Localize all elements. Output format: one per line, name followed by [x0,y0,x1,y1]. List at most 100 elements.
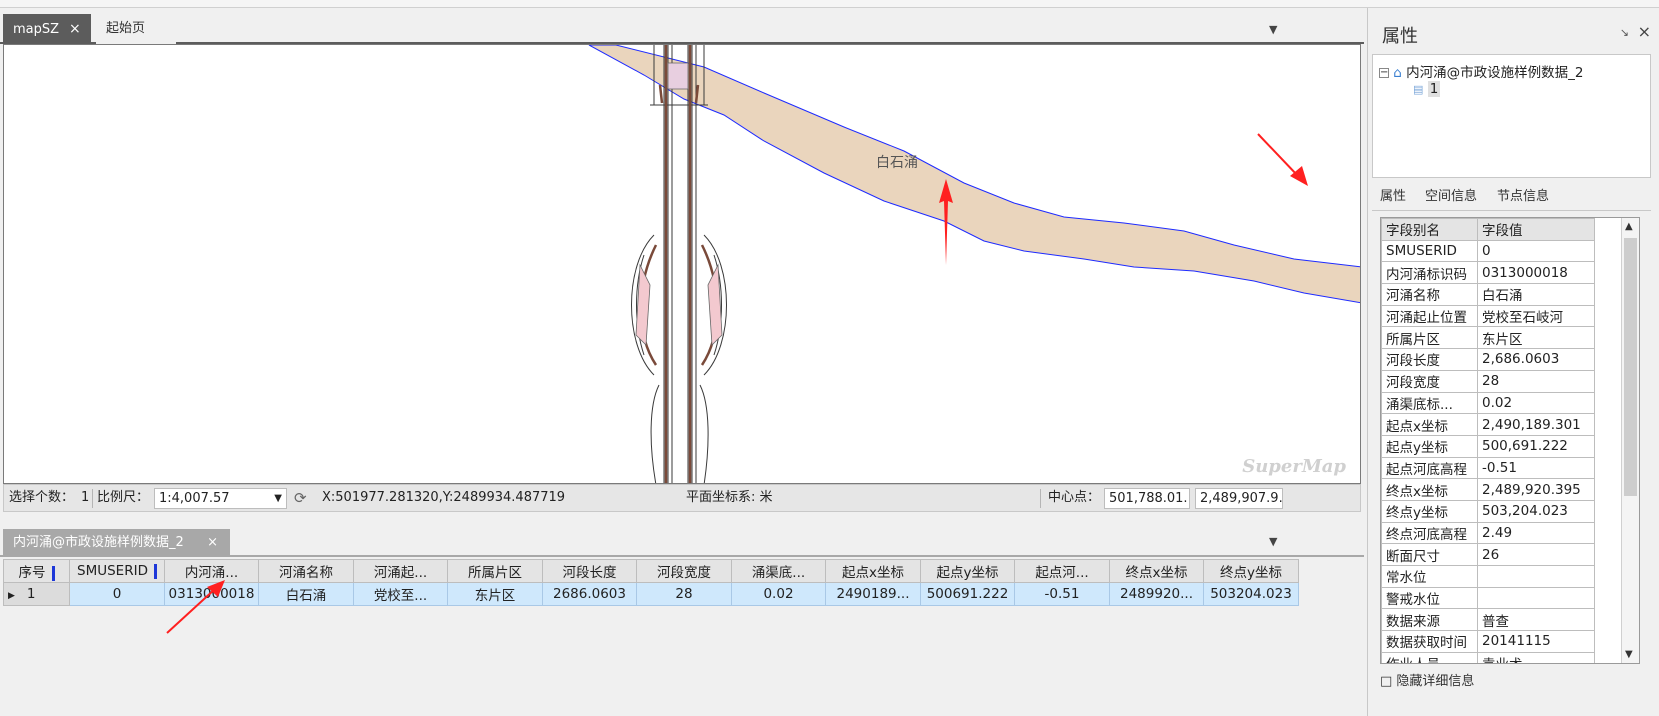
tab-list-dropdown-icon[interactable]: ▼ [1269,535,1281,548]
table-cell[interactable]: 28 [636,582,732,606]
app-window: mapSZ × 起始页 ▼ 白石涌 SuperMap 选择个数： 1 比例尺： … [0,0,1659,716]
selected-count-value: 1 [81,490,90,505]
table-cell[interactable]: -0.51 [1014,582,1110,606]
table-cell[interactable]: 2490189... [825,582,921,606]
tree-child-label: 1 [1427,81,1441,97]
property-row[interactable]: 断面尺寸 26 [1381,543,1595,566]
property-row[interactable]: 内河涌标识码 0313000018 [1381,261,1595,285]
table-cell[interactable]: 0.02 [731,582,826,606]
scroll-thumb[interactable] [1624,238,1637,496]
property-row[interactable]: 河涌起止位置 党校至石岐河 [1381,304,1595,328]
table-cell[interactable]: 2489920... [1109,582,1204,606]
attribute-tab-bar: 内河涌@市政设施样例数据_2 × ▼ [0,529,1364,557]
column-header[interactable]: 起点河... [1014,559,1110,583]
column-header[interactable]: 起点x坐标 [825,559,921,583]
tab-attribute-table[interactable]: 内河涌@市政设施样例数据_2 × [3,529,230,557]
property-scrollbar[interactable]: ▲ ▼ [1621,218,1639,663]
property-row[interactable]: 涌渠底标... 0.02 [1381,391,1595,415]
property-row[interactable]: 河段长度 2,686.0603 [1381,348,1595,371]
attribute-tab-label: 内河涌@市政设施样例数据_2 [13,535,184,550]
property-row[interactable]: 终点河底高程 2.49 [1381,521,1595,545]
coordinate-system: 平面坐标系: 米 [686,490,773,505]
property-row[interactable]: 终点x坐标 2,489,920.395 [1381,478,1595,501]
table-cell[interactable]: 2686.0603 [542,582,637,606]
property-row[interactable]: 河涌名称 白石涌 [1381,283,1595,306]
table-cell[interactable]: 500691.222 [920,582,1015,606]
column-header[interactable]: 河涌名称 [258,559,354,583]
tree-root-node[interactable]: − ⌂ 内河涌@市政设施样例数据_2 [1379,61,1584,81]
hide-details-option[interactable]: □ 隐藏详细信息 [1380,670,1640,690]
layer-icon: ⌂ [1393,65,1402,81]
property-row[interactable]: 常水位 [1381,565,1595,588]
table-cell[interactable]: 东片区 [447,582,543,606]
river-label: 白石涌 [876,154,918,170]
pin-icon[interactable]: ↘ [1620,26,1629,39]
center-y-field[interactable]: 2,489,907.9... [1195,488,1283,509]
property-row[interactable]: 起点y坐标 500,691.222 [1381,434,1595,458]
property-grid[interactable]: 字段别名 字段值 SMUSERID 0 内河涌标识码 0313000018 河涌名称… [1380,217,1640,664]
close-icon[interactable]: × [1638,22,1651,41]
scroll-up-icon[interactable]: ▲ [1625,221,1633,232]
close-icon[interactable]: × [69,21,81,37]
feature-tree[interactable]: − ⌂ 内河涌@市政设施样例数据_2 ▤ 1 [1372,54,1651,178]
cursor-coordinates: X:501977.281320,Y:2489934.487719 [322,490,566,505]
map-view[interactable]: 白石涌 SuperMap [3,44,1361,484]
column-header[interactable]: 涌渠底... [731,559,826,583]
left-pane: mapSZ × 起始页 ▼ 白石涌 SuperMap 选择个数： 1 比例尺： … [0,8,1364,716]
property-row[interactable]: 数据获取时间 20141115 [1381,630,1595,653]
tab-node-info[interactable]: 节点信息 [1497,184,1549,210]
attribute-grid[interactable]: 序号 SMUSERID 内河涌... 河涌名称 河涌起... 所属片区 河段长度… [3,559,1361,716]
column-header[interactable]: 序号 [3,559,70,583]
table-cell[interactable]: 党校至... [353,582,448,606]
panel-title: 属性 [1382,26,1418,47]
road-network [631,45,727,483]
column-header[interactable]: SMUSERID [69,559,165,583]
property-row[interactable]: 所属片区 东片区 [1381,326,1595,350]
property-row[interactable]: 起点x坐标 2,490,189.301 [1381,413,1595,436]
chevron-down-icon[interactable]: ▼ [274,489,282,508]
property-row[interactable]: 起点河底高程 -0.51 [1381,456,1595,480]
row-pointer-icon: ▶ [8,591,15,601]
tab-mapsz[interactable]: mapSZ × [3,14,91,44]
road-detail [639,45,719,483]
tree-child-node[interactable]: ▤ 1 [1413,81,1441,97]
tab-attributes[interactable]: 属性 [1380,184,1406,210]
collapse-icon[interactable]: − [1379,68,1389,78]
row-selector[interactable]: ▶ 1 [3,582,70,606]
tree-root-label: 内河涌@市政设施样例数据_2 [1406,65,1584,81]
river-polygon[interactable] [588,45,1361,304]
table-cell[interactable]: 白石涌 [258,582,354,606]
property-row[interactable]: 警戒水位 [1381,586,1595,610]
refresh-icon[interactable]: ⟳ [294,485,307,511]
field-value-header: 字段值 [1477,218,1595,241]
annotation-arrow-table [166,580,225,634]
property-row[interactable]: 河段宽度 28 [1381,369,1595,393]
column-header[interactable]: 终点y坐标 [1203,559,1299,583]
table-cell[interactable]: 503204.023 [1203,582,1299,606]
tab-spatial-info[interactable]: 空间信息 [1425,184,1477,210]
close-icon[interactable]: × [207,529,218,557]
property-row[interactable]: 数据来源 普查 [1381,608,1595,632]
annotation-arrow-panel [1257,133,1308,186]
column-header[interactable]: 终点x坐标 [1109,559,1204,583]
property-row[interactable]: SMUSERID 0 [1381,239,1595,263]
column-header[interactable]: 河段宽度 [636,559,732,583]
center-x-field[interactable]: 501,788.01... [1104,488,1190,509]
column-header[interactable]: 河段长度 [542,559,637,583]
map-status-bar: 选择个数： 1 比例尺： 1:4,007.57 ▼ ⟳ X:501977.281… [3,484,1361,512]
property-row[interactable]: 作业人员袁业术 [1381,651,1595,663]
property-header-row: 字段别名 字段值 [1381,218,1595,241]
properties-panel: 属性 ↘ × − ⌂ 内河涌@市政设施样例数据_2 ▤ 1 属性 空间信息 节点… [1257,8,1659,716]
column-header[interactable]: 起点y坐标 [920,559,1015,583]
scale-combobox[interactable]: 1:4,007.57 ▼ [154,488,287,509]
table-cell[interactable]: 0 [69,582,165,606]
tab-list-dropdown-icon[interactable]: ▼ [1269,23,1281,36]
tab-start-page[interactable]: 起始页 [96,14,176,44]
column-header[interactable]: 所属片区 [447,559,543,583]
center-x-value: 501,788.01... [1109,491,1190,506]
tab-start-page-label: 起始页 [106,21,146,36]
top-toolbar-strip [0,0,1659,8]
column-header[interactable]: 河涌起... [353,559,448,583]
scroll-down-icon[interactable]: ▼ [1625,649,1633,660]
property-row[interactable]: 终点y坐标 503,204.023 [1381,499,1595,523]
